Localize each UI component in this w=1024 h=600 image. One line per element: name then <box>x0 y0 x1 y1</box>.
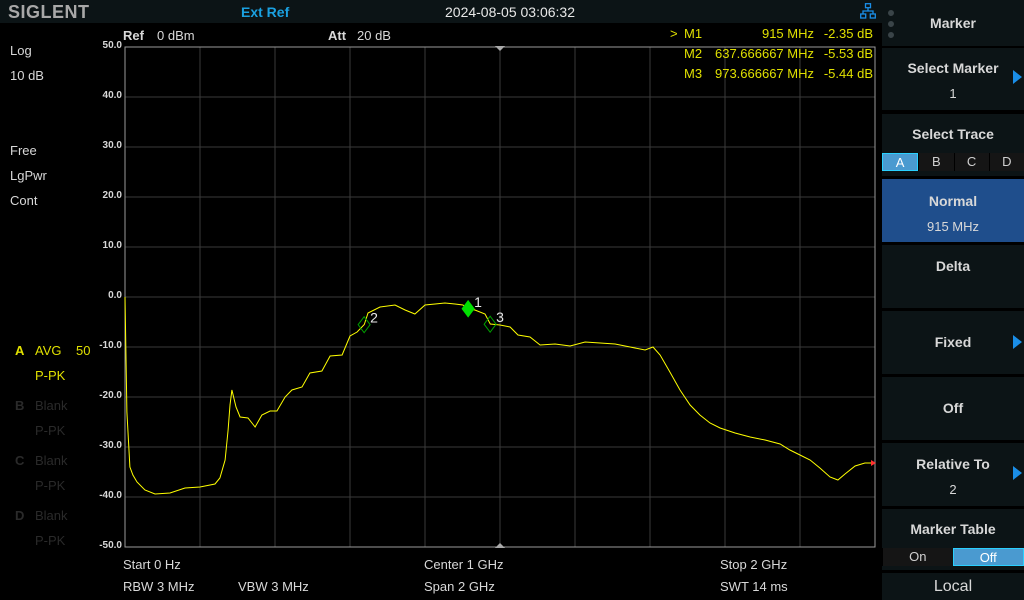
vbw[interactable]: VBW 3 MHz <box>238 579 309 594</box>
spectrum-plot[interactable]: 1 2 3 <box>0 0 882 600</box>
local-label: Local <box>933 578 973 595</box>
marker-table-on[interactable]: On <box>882 548 953 566</box>
relative-to-value: 2 <box>949 482 957 497</box>
marker-1-value: -2.35 dB <box>823 26 873 41</box>
trace-tab-a[interactable]: A <box>882 153 919 171</box>
center-top-marker-icon <box>495 46 505 51</box>
rbw[interactable]: RBW 3 MHz <box>123 579 195 594</box>
span[interactable]: Span 2 GHz <box>424 579 495 594</box>
marker-table-label: Marker Table <box>910 521 996 537</box>
marker-1-diamond <box>461 299 475 318</box>
select-marker-button[interactable]: Select Marker 1 <box>882 48 1024 110</box>
marker-3-value: -5.44 dB <box>823 66 873 81</box>
normal-label: Normal <box>928 193 978 209</box>
submenu-arrow-icon <box>1013 70 1022 84</box>
marker-table-off[interactable]: Off <box>952 548 1024 566</box>
sweep-time[interactable]: SWT 14 ms <box>720 579 788 594</box>
marker-menu-title: Marker <box>882 0 1024 46</box>
stop-freq[interactable]: Stop 2 GHz <box>720 557 787 572</box>
trace-tab-b[interactable]: B <box>918 153 954 171</box>
more-options-icon[interactable] <box>888 10 894 43</box>
normal-button[interactable]: Normal 915 MHz <box>882 179 1024 242</box>
select-trace-label: Select Trace <box>912 126 994 142</box>
local-button[interactable]: Local <box>882 573 1024 600</box>
relative-to-button[interactable]: Relative To 2 <box>882 443 1024 506</box>
trace-tab-d[interactable]: D <box>988 153 1024 171</box>
center-bottom-marker-icon <box>495 543 505 548</box>
trace-tab-c[interactable]: C <box>953 153 989 171</box>
submenu-arrow-icon <box>1013 466 1022 480</box>
off-button[interactable]: Off <box>882 377 1024 440</box>
center-freq[interactable]: Center 1 GHz <box>424 557 503 572</box>
marker-3-freq: 973.666667 MHz <box>714 66 814 81</box>
marker-table-button[interactable]: Marker Table On Off <box>882 509 1024 570</box>
marker-1-freq: 915 MHz <box>761 26 814 41</box>
marker-2-label: 2 <box>370 310 378 326</box>
marker-3-label: 3 <box>496 309 504 325</box>
select-marker-label: Select Marker <box>907 60 999 76</box>
start-freq[interactable]: Start 0 Hz <box>123 557 181 572</box>
normal-value: 915 MHz <box>926 219 980 234</box>
off-label: Off <box>942 400 964 416</box>
delta-label: Delta <box>935 258 971 274</box>
fixed-label: Fixed <box>934 334 972 350</box>
marker-1-label: 1 <box>474 294 482 310</box>
select-marker-value: 1 <box>949 86 957 101</box>
marker-2-freq: 637.666667 MHz <box>714 46 814 61</box>
menu-title: Marker <box>930 15 976 31</box>
softkey-panel: Marker Select Marker 1 Select Trace ABCD … <box>882 0 1024 600</box>
select-trace-button[interactable]: Select Trace ABCD <box>882 114 1024 176</box>
submenu-arrow-icon <box>1013 335 1022 349</box>
fixed-button[interactable]: Fixed <box>882 311 1024 374</box>
marker-2-value: -5.53 dB <box>823 46 873 61</box>
delta-button[interactable]: Delta <box>882 245 1024 308</box>
relative-to-label: Relative To <box>916 456 990 472</box>
